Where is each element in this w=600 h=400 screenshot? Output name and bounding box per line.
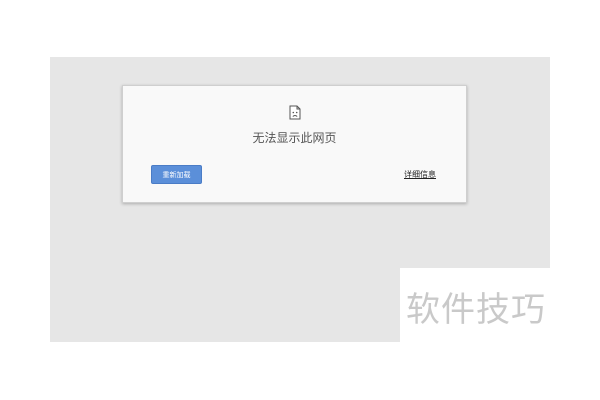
- reload-button[interactable]: 重新加载: [151, 165, 202, 184]
- details-link[interactable]: 详细信息: [404, 169, 436, 180]
- watermark-text: 软件技巧: [406, 290, 546, 330]
- error-message: 无法显示此网页: [252, 131, 337, 145]
- watermark: 软件技巧: [400, 268, 550, 342]
- error-card: 无法显示此网页 重新加载 详细信息: [122, 85, 467, 203]
- broken-page-icon: [289, 105, 301, 120]
